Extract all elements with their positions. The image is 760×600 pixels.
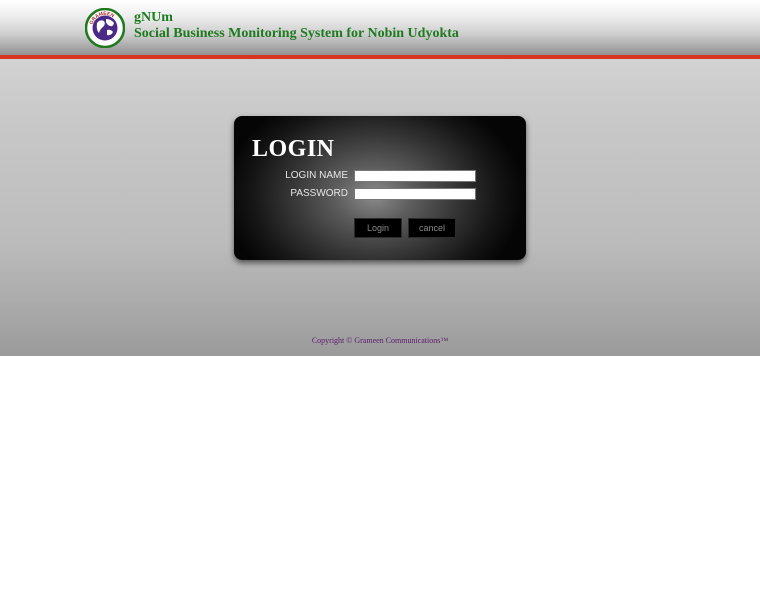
app-subtitle: Social Business Monitoring System for No… [134,26,459,41]
grameen-globe-logo: GRAMEEN [85,8,125,48]
login-name-input[interactable] [354,170,476,182]
copyright-text: Copyright © Grameen Communications™ [311,336,449,345]
login-title: LOGIN [252,136,335,162]
login-button[interactable]: Login [354,218,402,238]
app-name: gNUm [134,10,173,25]
cancel-button[interactable]: cancel [408,218,456,238]
login-name-label: LOGIN NAME [285,170,348,181]
header-bar: GRAMEEN gNUm Social Business Monitoring … [0,0,760,56]
header-divider [0,55,760,59]
password-label: PASSWORD [290,188,348,199]
login-panel: LOGIN LOGIN NAME PASSWORD Login cancel [234,116,526,260]
password-input[interactable] [354,188,476,200]
